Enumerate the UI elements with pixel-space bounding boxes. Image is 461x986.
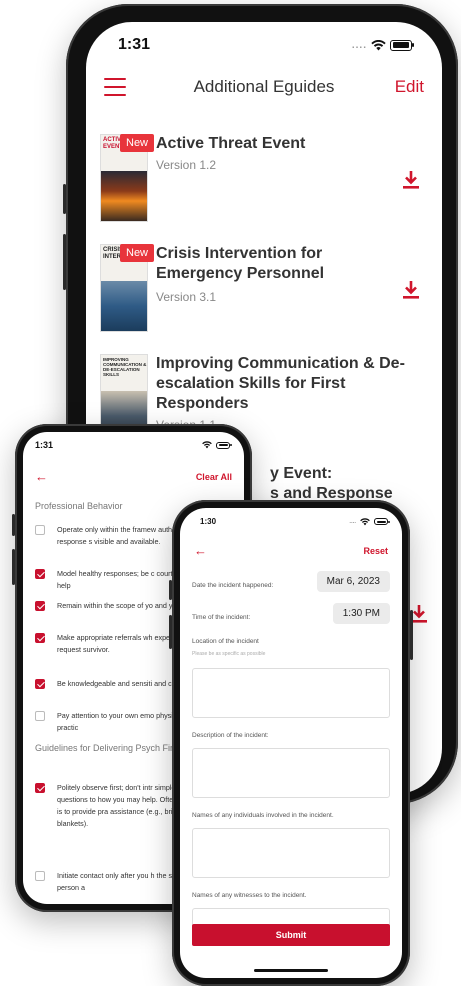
- witnesses-label: Names of any witnesses to the incident.: [192, 892, 307, 899]
- form-toolbar: ← Reset: [194, 544, 388, 557]
- status-time: 1:30: [200, 517, 217, 526]
- guide-title: Active Threat Event: [156, 135, 306, 152]
- wifi-icon: [371, 39, 386, 50]
- incident-form-screen: 1:30 .... ← Reset Date the incident happ…: [180, 508, 402, 978]
- checkbox-checked[interactable]: [35, 569, 45, 579]
- wifi-icon: [202, 441, 212, 449]
- battery-icon: [374, 518, 390, 525]
- checkbox[interactable]: [35, 711, 45, 721]
- signal-dots: ....: [349, 518, 356, 525]
- reset-button[interactable]: Reset: [363, 546, 388, 556]
- checkbox-checked[interactable]: [35, 601, 45, 611]
- download-icon[interactable]: [402, 280, 420, 300]
- guide-title: Improving Communication & De-escalation …: [156, 355, 405, 412]
- checklist-toolbar: ← Clear All: [35, 470, 232, 483]
- guide-item[interactable]: CRISIS INTER New Crisis Intervention for…: [100, 244, 430, 334]
- status-bar: 1:31 ....: [86, 22, 442, 54]
- guide-title-partial: y Event:: [270, 465, 333, 482]
- back-arrow-icon[interactable]: ←: [194, 544, 207, 557]
- guide-version: Version 3.1: [156, 290, 217, 304]
- side-button: [63, 234, 66, 290]
- status-time: 1:31: [35, 440, 54, 450]
- battery-icon: [216, 441, 232, 449]
- home-indicator: [254, 969, 328, 972]
- new-badge: New: [120, 134, 155, 152]
- date-picker[interactable]: Mar 6, 2023: [316, 571, 390, 592]
- location-field[interactable]: [192, 668, 390, 718]
- checkbox[interactable]: [35, 871, 45, 881]
- description-field[interactable]: [192, 748, 390, 798]
- time-label: Time of the incident:: [192, 614, 251, 621]
- date-label: Date the incident happened:: [192, 582, 274, 589]
- new-badge: New: [120, 244, 155, 262]
- guide-title: Crisis Intervention for Emergency Person…: [156, 245, 325, 282]
- checkbox-checked[interactable]: [35, 633, 45, 643]
- description-label: Description of the incident:: [192, 732, 269, 739]
- status-bar: 1:31: [23, 432, 244, 450]
- individuals-field[interactable]: [192, 828, 390, 878]
- individuals-label: Names of any individuals involved in the…: [192, 812, 334, 819]
- edit-button[interactable]: Edit: [395, 77, 424, 97]
- section-title: Professional Behavior: [35, 501, 123, 511]
- guide-item[interactable]: ACTIV EVENT New Active Threat Event Vers…: [100, 134, 430, 224]
- cover-image: [101, 171, 147, 221]
- side-button: [12, 549, 15, 585]
- status-bar: 1:30 ....: [180, 508, 402, 526]
- wifi-icon: [360, 517, 370, 525]
- status-time: 1:31: [118, 36, 151, 53]
- side-button: [63, 184, 66, 214]
- guide-version: Version 1.2: [156, 158, 217, 172]
- side-button: [12, 514, 15, 536]
- signal-dots: ....: [351, 39, 367, 51]
- side-button: [410, 610, 413, 660]
- phone-incident-form: 1:30 .... ← Reset Date the incident happ…: [169, 500, 413, 986]
- battery-icon: [390, 39, 414, 51]
- back-arrow-icon[interactable]: ←: [35, 470, 48, 483]
- cover-image: [101, 281, 147, 331]
- side-button: [169, 580, 172, 600]
- nav-header: Additional Eguides Edit: [86, 72, 442, 102]
- checkbox-checked[interactable]: [35, 679, 45, 689]
- clear-all-button[interactable]: Clear All: [196, 472, 232, 482]
- side-button: [169, 615, 172, 649]
- download-icon[interactable]: [402, 170, 420, 190]
- time-picker[interactable]: 1:30 PM: [332, 603, 390, 624]
- checkbox[interactable]: [35, 525, 45, 535]
- checkbox-checked[interactable]: [35, 783, 45, 793]
- page-title: Additional Eguides: [193, 77, 335, 96]
- location-label: Location of the incident: [192, 638, 259, 645]
- submit-button[interactable]: Submit: [192, 924, 390, 946]
- location-hint: Please be as specific as possible: [192, 651, 266, 657]
- cover-text: IMPROVING COMMUNICATION & DE-ESCALATION …: [103, 357, 147, 377]
- menu-icon[interactable]: [104, 78, 126, 96]
